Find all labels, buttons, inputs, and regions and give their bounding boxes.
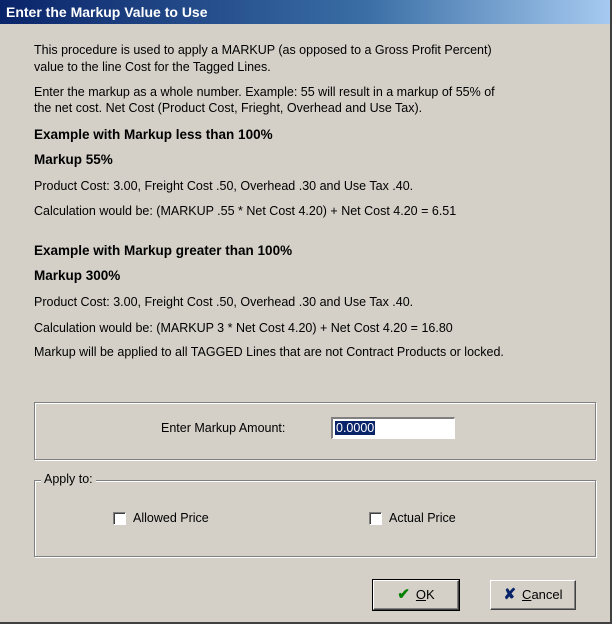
ok-hotkey: O [415,587,427,602]
example-1-heading: Example with Markup less than 100% [34,127,273,142]
cancel-label-rest: ancel [531,587,563,602]
ok-label-rest: K [426,587,435,602]
instruction-line-2: the net cost. Net Cost (Product Cost, Fr… [34,101,423,115]
markup-amount-value: 0.0000 [335,421,376,435]
ok-button[interactable]: ✔ OK [372,579,460,611]
apply-to-legend: Apply to: [41,472,96,486]
allowed-price-checkbox[interactable] [113,512,126,525]
apply-to-group: Apply to: Allowed Price Actual Price [34,472,596,557]
example-1-markup: Markup 55% [34,152,113,167]
check-icon: ✔ [397,586,410,603]
intro-line-2: value to the line Cost for the Tagged Li… [34,60,271,74]
markup-amount-group: Enter Markup Amount: 0.0000 [34,402,596,460]
markup-dialog: Enter the Markup Value to Use This proce… [0,0,612,624]
actual-price-checkbox[interactable] [369,512,382,525]
markup-amount-label: Enter Markup Amount: [161,421,286,435]
example-2-calculation: Calculation would be: (MARKUP 3 * Net Co… [34,321,453,335]
example-1-costs: Product Cost: 3.00, Freight Cost .50, Ov… [34,179,414,193]
example-2-costs: Product Cost: 3.00, Freight Cost .50, Ov… [34,295,414,309]
example-2-markup: Markup 300% [34,268,121,283]
x-icon: ✘ [503,586,517,603]
instruction-line-1: Enter the markup as a whole number. Exam… [34,85,495,99]
example-2-heading: Example with Markup greater than 100% [34,243,293,258]
allowed-price-label[interactable]: Allowed Price [133,511,209,525]
actual-price-label[interactable]: Actual Price [389,511,456,525]
intro-line-1: This procedure is used to apply a MARKUP… [34,43,492,57]
title-bar[interactable]: Enter the Markup Value to Use [0,0,610,24]
example-1-calculation: Calculation would be: (MARKUP .55 * Net … [34,204,457,218]
window-title: Enter the Markup Value to Use [6,4,208,20]
tagged-lines-note: Markup will be applied to all TAGGED Lin… [34,345,504,359]
cancel-button[interactable]: ✘ Cancel [490,580,576,610]
markup-amount-input[interactable]: 0.0000 [331,417,455,439]
